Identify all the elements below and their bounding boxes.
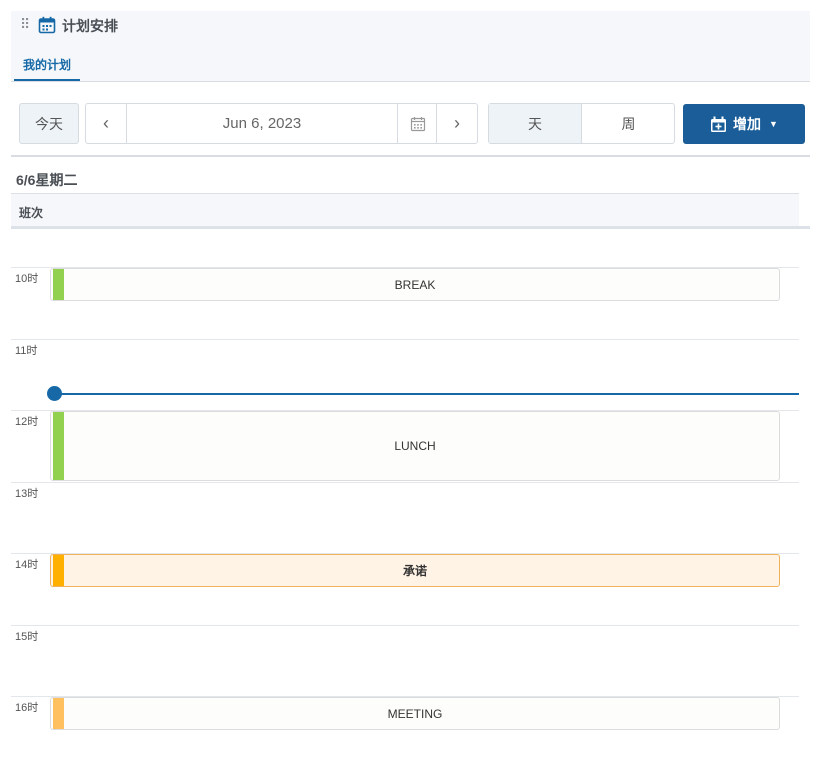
date-navigator: ‹ Jun 6, 2023 ›: [85, 103, 478, 144]
event-commitment[interactable]: 承诺: [50, 554, 780, 587]
hour-label: 12时: [15, 416, 39, 428]
schedule-widget-header: ⠿ 计划安排 我的计划: [11, 11, 810, 81]
hour-line: [11, 482, 799, 483]
current-time-line: [55, 393, 799, 395]
caret-down-icon: ▼: [769, 119, 778, 129]
drag-handle-icon[interactable]: ⠿: [20, 16, 30, 33]
hour-label: 11时: [15, 345, 38, 357]
calendar-icon: [38, 16, 56, 39]
event-color-bar: [53, 412, 64, 480]
next-day-button[interactable]: ›: [436, 104, 477, 143]
event-color-bar: [53, 269, 64, 300]
hour-label: 14时: [15, 559, 39, 571]
today-button[interactable]: 今天: [19, 103, 79, 144]
hour-label: 13时: [15, 488, 39, 500]
hour-label: 15时: [15, 631, 39, 643]
shift-header-row: 班次: [11, 193, 799, 227]
toolbar-divider: [11, 155, 810, 157]
event-color-bar: [53, 555, 64, 586]
hour-label: 16时: [15, 702, 39, 714]
hour-line: [11, 625, 799, 626]
event-label: 承诺: [402, 564, 427, 578]
current-time-marker: [47, 386, 62, 401]
view-day-button[interactable]: 天: [489, 104, 582, 143]
event-label: BREAK: [394, 277, 436, 292]
shift-header-label: 班次: [19, 206, 44, 220]
add-button-label: 增加: [733, 116, 762, 132]
hour-label: 10时: [15, 273, 39, 285]
previous-day-button[interactable]: ‹: [86, 104, 127, 143]
view-week-button[interactable]: 周: [582, 104, 675, 143]
event-break[interactable]: BREAK: [50, 268, 780, 301]
event-meeting[interactable]: MEETING: [50, 697, 780, 730]
calendar-add-icon: [711, 116, 727, 132]
toolbar: 今天 ‹ Jun 6, 2023 › 天 周 增加 ▼: [11, 92, 810, 155]
page-title: 计划安排: [62, 18, 118, 34]
view-switcher: 天 周: [488, 103, 675, 144]
event-label: LUNCH: [394, 439, 436, 453]
date-picker-button[interactable]: [397, 104, 437, 143]
event-label: MEETING: [387, 706, 443, 721]
current-date-field[interactable]: Jun 6, 2023: [127, 104, 397, 143]
hour-line: [11, 339, 799, 340]
tab-my-plans[interactable]: 我的计划: [14, 56, 81, 81]
add-button[interactable]: 增加 ▼: [683, 104, 805, 144]
day-label: 6/6星期二: [16, 172, 78, 188]
header-divider: [11, 81, 810, 82]
calendar-small-icon: [410, 116, 425, 131]
event-lunch[interactable]: LUNCH: [50, 411, 780, 481]
event-color-bar: [53, 698, 64, 729]
shift-divider: [11, 226, 810, 229]
